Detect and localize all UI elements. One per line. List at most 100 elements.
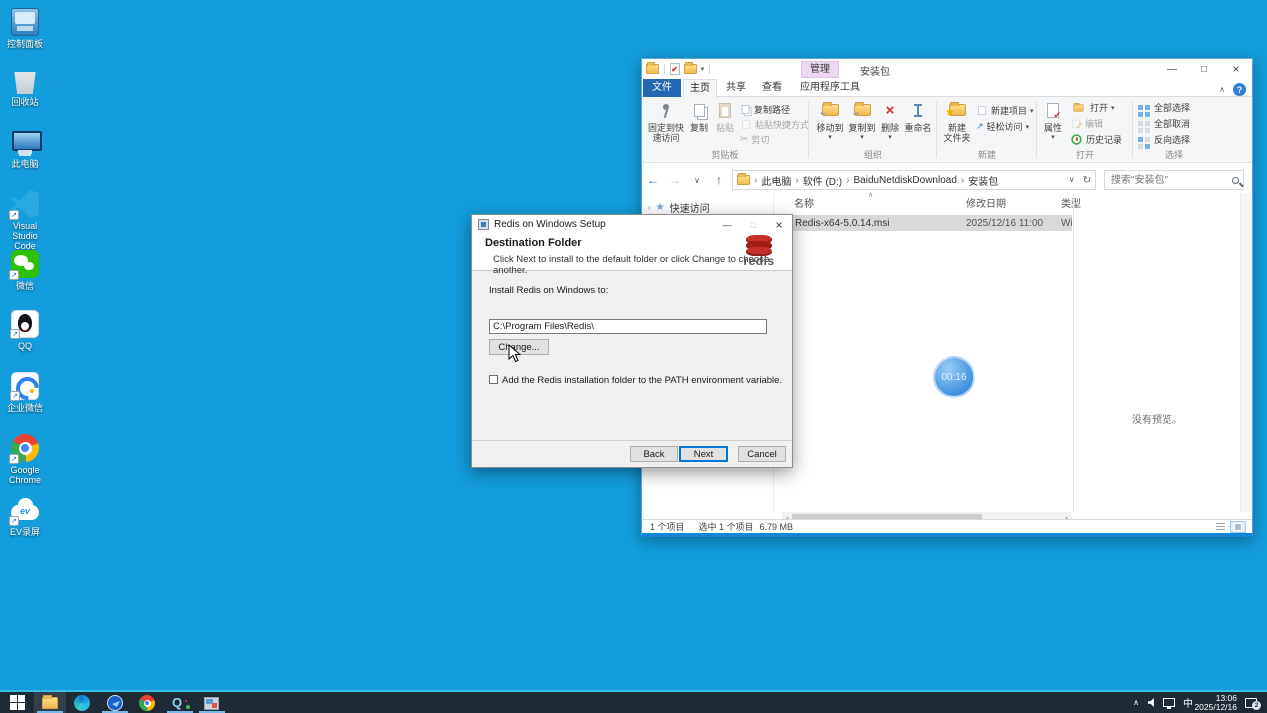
desktop-icon-chrome[interactable]: ↗ Google Chrome — [1, 434, 49, 485]
dialog-titlebar[interactable]: Redis on Windows Setup — □ × — [472, 215, 792, 234]
back-button[interactable]: ← — [642, 173, 664, 187]
delete-button[interactable]: × 删除 ▾ — [878, 99, 902, 147]
start-button[interactable] — [10, 695, 26, 711]
details-view-button[interactable] — [1212, 521, 1228, 533]
dialog-maximize-button-disabled: □ — [740, 215, 766, 234]
desktop-icon-this-pc[interactable]: 此电脑 — [1, 128, 49, 169]
screen-recorder-timer[interactable]: 00:16 — [933, 356, 975, 398]
cut-button[interactable]: ✂ 剪切 — [740, 132, 769, 147]
install-path-input[interactable] — [489, 319, 767, 334]
desktop-icon-qq[interactable]: ↗ QQ — [1, 310, 49, 351]
taskbar-chrome-button[interactable] — [139, 695, 155, 711]
up-button[interactable]: ↑ — [708, 173, 730, 187]
select-none-button[interactable]: 全部取消 — [1138, 116, 1190, 131]
tray-volume-button[interactable] — [1148, 692, 1157, 713]
address-bar: ← → ∨ ↑ › 此电脑 › 软件 (D:) › BaiduNetdiskDo… — [642, 167, 1252, 193]
copy-to-button[interactable]: → 复制到 ▾ — [846, 99, 878, 147]
easy-access-button[interactable]: ↗ 轻松访问 ▾ — [976, 119, 1029, 134]
collapse-ribbon-icon[interactable]: ∧ — [1219, 85, 1225, 94]
rename-button[interactable]: 重命名 — [902, 99, 934, 147]
select-all-button[interactable]: 全部选择 — [1138, 100, 1190, 115]
ime-indicator[interactable]: 中 — [1183, 692, 1193, 713]
search-input[interactable] — [1109, 174, 1221, 187]
maximize-button[interactable]: □ — [1188, 59, 1220, 79]
breadcrumb[interactable]: › 此电脑 › 软件 (D:) › BaiduNetdiskDownload ›… — [732, 170, 1096, 190]
qat-customize-dropdown-icon[interactable]: ▾ — [701, 65, 705, 73]
pin-to-quick-access-button[interactable]: 固定到快 速访问 — [646, 99, 686, 147]
desktop-icon-ev-recorder[interactable]: ev ↗ EV录屏 — [1, 496, 49, 537]
taskbar-explorer-button[interactable] — [42, 695, 58, 711]
taskbar-q-app-button[interactable]: Q — [172, 695, 188, 711]
invert-selection-button[interactable]: 反向选择 — [1138, 132, 1190, 147]
address-dropdown-icon[interactable]: ∨ — [1069, 175, 1075, 186]
paste-shortcut-button[interactable]: 粘贴快捷方式 — [740, 117, 809, 132]
file-row-redis-msi[interactable]: Redis-x64-5.0.14.msi 2025/12/16 11:00 Wi — [774, 215, 1072, 231]
desktop-icon-label: Visual Studio Code — [1, 221, 49, 251]
wecom-icon: ↗ — [11, 372, 39, 400]
add-to-path-checkbox[interactable] — [489, 375, 498, 384]
taskbar-edge-button[interactable] — [74, 695, 90, 711]
minimize-button[interactable]: — — [1156, 59, 1188, 79]
edit-button[interactable]: 编辑 — [1070, 116, 1103, 131]
properties-quick-icon[interactable]: ✔ — [670, 63, 680, 75]
dialog-title: Redis on Windows Setup — [494, 219, 606, 230]
tray-network-button[interactable] — [1163, 692, 1175, 713]
desktop-icon-vscode[interactable]: ↗ Visual Studio Code — [1, 190, 49, 251]
tray-chevron-button[interactable]: ∧ — [1133, 692, 1139, 713]
breadcrumb-this-pc[interactable]: 此电脑 — [761, 173, 791, 188]
explorer-titlebar[interactable]: | ✔ ▾ | 管理 安装包 — □ × — [642, 59, 1252, 79]
open-button[interactable]: 打开 ▾ — [1070, 100, 1115, 115]
back-button[interactable]: Back — [630, 446, 678, 462]
desktop-icon-recycle-bin[interactable]: 回收站 — [1, 66, 49, 107]
column-header-date[interactable]: 修改日期 — [966, 195, 1006, 210]
paste-icon — [719, 103, 731, 118]
dialog-minimize-button[interactable]: — — [714, 215, 740, 234]
desktop-icon-control-panel[interactable]: 控制面板 — [1, 8, 49, 49]
cancel-button[interactable]: Cancel — [738, 446, 786, 462]
dialog-close-button[interactable]: × — [766, 215, 792, 234]
taskbar-blue-app-button[interactable] — [107, 695, 123, 711]
vertical-scrollbar[interactable] — [1240, 193, 1252, 512]
desktop-icon-wechat[interactable]: ↗ 微信 — [1, 250, 49, 291]
help-icon[interactable]: ? — [1233, 83, 1246, 96]
properties-button[interactable]: ✔ 属性 ▾ — [1040, 99, 1066, 147]
tab-share[interactable]: 共享 — [719, 79, 753, 97]
move-to-button[interactable]: ← 移动到 ▾ — [814, 99, 846, 147]
action-center-button[interactable]: 2 — [1245, 692, 1257, 713]
new-item-button[interactable]: 新建项目 ▾ — [976, 103, 1034, 118]
ribbon-group-clipboard: 固定到快 速访问 复制 粘贴 复制路径 粘贴快捷方式 — [644, 97, 806, 162]
history-button[interactable]: 历史记录 — [1070, 132, 1122, 147]
copy-path-button[interactable]: 复制路径 — [740, 102, 790, 117]
manage-contextual-tab[interactable]: 管理 — [801, 61, 839, 78]
status-selected-count: 选中 1 个项目 — [699, 520, 754, 533]
sidebar-item-quick-access[interactable]: › ★ 快速访问 — [648, 200, 710, 215]
column-header-type[interactable]: 类型 — [1061, 195, 1081, 210]
refresh-icon[interactable]: ↻ — [1083, 175, 1091, 186]
large-icons-view-button[interactable] — [1230, 521, 1246, 533]
search-box[interactable] — [1104, 170, 1244, 190]
column-header-name[interactable]: 名称 — [794, 195, 814, 210]
tab-view[interactable]: 查看 — [755, 79, 789, 97]
taskbar-clock[interactable]: 13:06 2025/12/16 — [1194, 692, 1237, 713]
paste-button[interactable]: 粘贴 — [712, 99, 738, 147]
breadcrumb-current-folder[interactable]: 安装包 — [968, 173, 998, 188]
install-location-label: Install Redis on Windows to: — [489, 285, 608, 296]
tab-app-tools[interactable]: 应用程序工具 — [791, 79, 869, 97]
dialog-header: Destination Folder Click Next to install… — [472, 234, 792, 271]
expander-icon[interactable]: › — [648, 203, 651, 212]
forward-button[interactable]: → — [664, 173, 686, 187]
recent-locations-dropdown-icon[interactable]: ∨ — [686, 176, 708, 185]
new-folder-button[interactable]: ★ 新建 文件夹 — [940, 99, 974, 147]
new-folder-quick-icon[interactable] — [684, 64, 697, 74]
breadcrumb-drive-d[interactable]: 软件 (D:) — [803, 173, 842, 188]
close-button[interactable]: × — [1220, 59, 1252, 79]
next-button[interactable]: Next — [679, 446, 728, 462]
separator: | — [663, 64, 666, 75]
redis-logo-text: redis — [736, 256, 782, 267]
copy-button[interactable]: 复制 — [686, 99, 712, 147]
breadcrumb-baidu-download[interactable]: BaiduNetdiskDownload — [853, 175, 956, 186]
taskbar-installer-button[interactable] — [204, 695, 220, 711]
tab-home-selected[interactable]: 主页 — [683, 79, 717, 97]
desktop-icon-wecom[interactable]: ↗ 企业微信 — [1, 372, 49, 413]
tab-file[interactable]: 文件 — [643, 79, 681, 97]
